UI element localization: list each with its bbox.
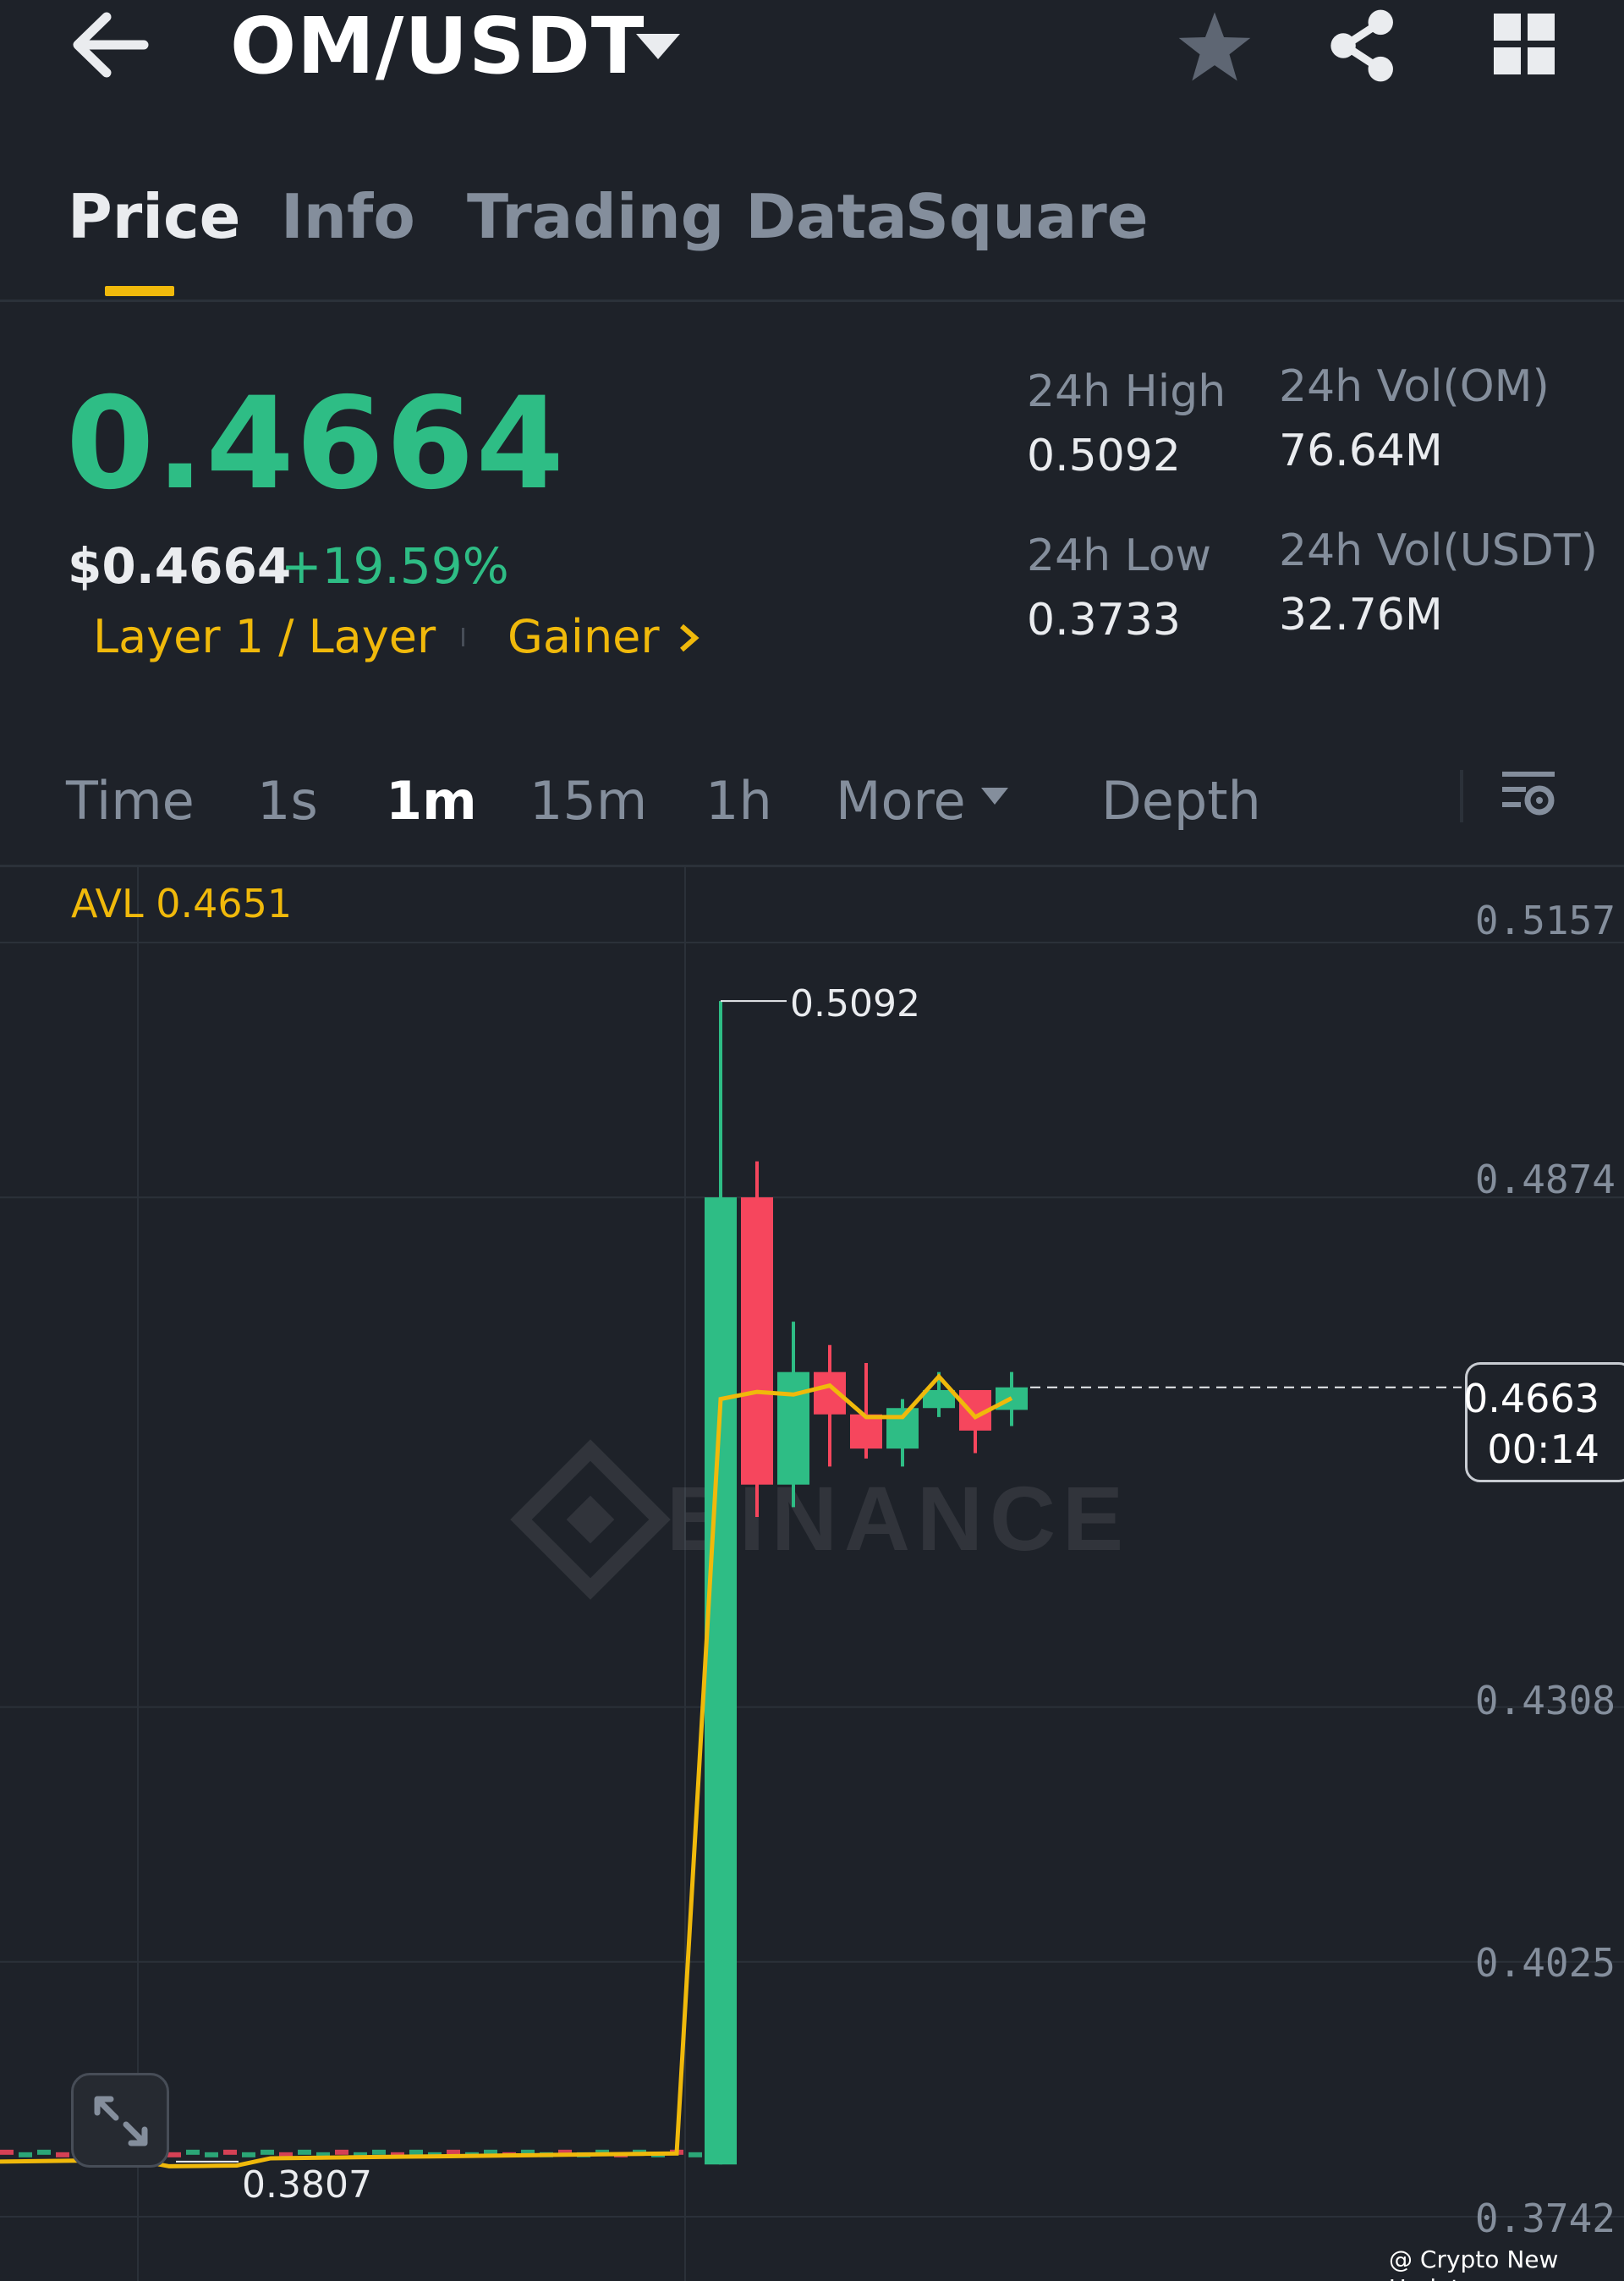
fullscreen-button[interactable] [71, 2073, 169, 2168]
app-screen: OM/USDT Price Info Trading Data Square 0… [0, 0, 1624, 2281]
tag-separator [462, 628, 464, 646]
candle-body [741, 1197, 773, 1485]
tab-square[interactable]: Square [905, 178, 1149, 256]
flat-candle [0, 2149, 14, 2155]
vol-base-label: 24h Vol(OM) [1279, 361, 1550, 412]
flat-candle [186, 2149, 200, 2155]
flat-candle [205, 2152, 218, 2157]
flat-candle [409, 2149, 423, 2155]
low-annotation-label: 0.3807 [242, 2163, 372, 2207]
gainer-tag[interactable]: Gainer [508, 607, 660, 667]
last-price: 0.4664 [66, 371, 566, 518]
vol-quote-label: 24h Vol(USDT) [1279, 525, 1598, 576]
tab-divider [0, 300, 1624, 302]
flat-candle [689, 2152, 702, 2157]
current-price-tag[interactable]: 0.4663 00:14 [1463, 1362, 1624, 1482]
interval-1h[interactable]: 1h [705, 768, 772, 834]
current-price-value: 0.4663 [1463, 1376, 1599, 1421]
flat-candle [372, 2149, 386, 2155]
high-value: 0.5092 [1027, 431, 1181, 481]
flat-candle [167, 2152, 181, 2157]
interval-15m[interactable]: 15m [529, 768, 647, 834]
flat-candle [37, 2149, 51, 2155]
y-tick-label: 0.5157 [1474, 898, 1616, 943]
candle-body [777, 1371, 809, 1485]
chart-grid [0, 866, 1624, 2281]
y-tick-label: 0.4874 [1474, 1157, 1616, 1202]
candle-body [850, 1414, 882, 1449]
vol-base-value: 76.64M [1279, 426, 1443, 476]
y-tick-label: 0.3742 [1474, 2196, 1616, 2241]
active-tab-indicator [105, 286, 174, 296]
vol-quote-value: 32.76M [1279, 590, 1443, 640]
y-tick-label: 0.4308 [1474, 1678, 1616, 1723]
high-low-annotations [176, 1000, 787, 2163]
chevron-right-icon[interactable] [677, 623, 700, 653]
interval-time[interactable]: Time [66, 768, 195, 834]
expand-icon [94, 2096, 148, 2146]
binance-watermark: BINANCE [510, 1439, 1123, 1600]
high-label: 24h High [1027, 366, 1226, 417]
avl-label: AVL 0.4651 [71, 881, 293, 926]
interval-1m[interactable]: 1m [386, 768, 477, 834]
back-arrow-icon[interactable] [68, 7, 152, 83]
tab-trading-data[interactable]: Trading Data [467, 178, 908, 256]
change-percent: +19.59% [281, 537, 509, 595]
interval-1s[interactable]: 1s [257, 768, 318, 834]
caret-down-icon[interactable] [633, 29, 683, 63]
flat-candle [298, 2149, 311, 2155]
low-label: 24h Low [1027, 530, 1212, 581]
source-watermark: @ Crypto New Updates [1389, 2245, 1559, 2281]
category-tag[interactable]: Layer 1 / Layer [93, 607, 436, 667]
candles [705, 1001, 1028, 2165]
star-icon[interactable] [1176, 8, 1254, 85]
candle-countdown: 00:14 [1487, 1426, 1599, 1472]
interval-depth[interactable]: Depth [1101, 768, 1261, 834]
share-icon[interactable] [1325, 7, 1402, 85]
usd-price: $0.4664 [68, 537, 292, 595]
grid-icon[interactable] [1492, 12, 1556, 76]
y-tick-label: 0.4025 [1474, 1940, 1616, 1986]
flat-candle [261, 2149, 274, 2155]
tab-price[interactable]: Price [68, 178, 240, 256]
tab-info[interactable]: Info [281, 178, 415, 256]
pair-title[interactable]: OM/USDT [230, 2, 645, 91]
candlestick-chart[interactable]: BINANCE [0, 866, 1624, 2281]
candle-body [923, 1389, 955, 1409]
flat-candle [242, 2152, 255, 2157]
interval-separator [1460, 770, 1463, 822]
candle-body [705, 1197, 737, 2165]
chart-settings-icon[interactable] [1499, 765, 1558, 824]
flat-candle [223, 2149, 237, 2155]
interval-more[interactable]: More [836, 768, 966, 834]
flat-candle [19, 2152, 32, 2157]
flat-candle [335, 2149, 348, 2155]
more-caret-icon[interactable] [979, 785, 1010, 807]
high-annotation-label: 0.5092 [790, 982, 920, 1025]
low-value: 0.3733 [1027, 595, 1181, 646]
flat-candle [56, 2152, 69, 2157]
